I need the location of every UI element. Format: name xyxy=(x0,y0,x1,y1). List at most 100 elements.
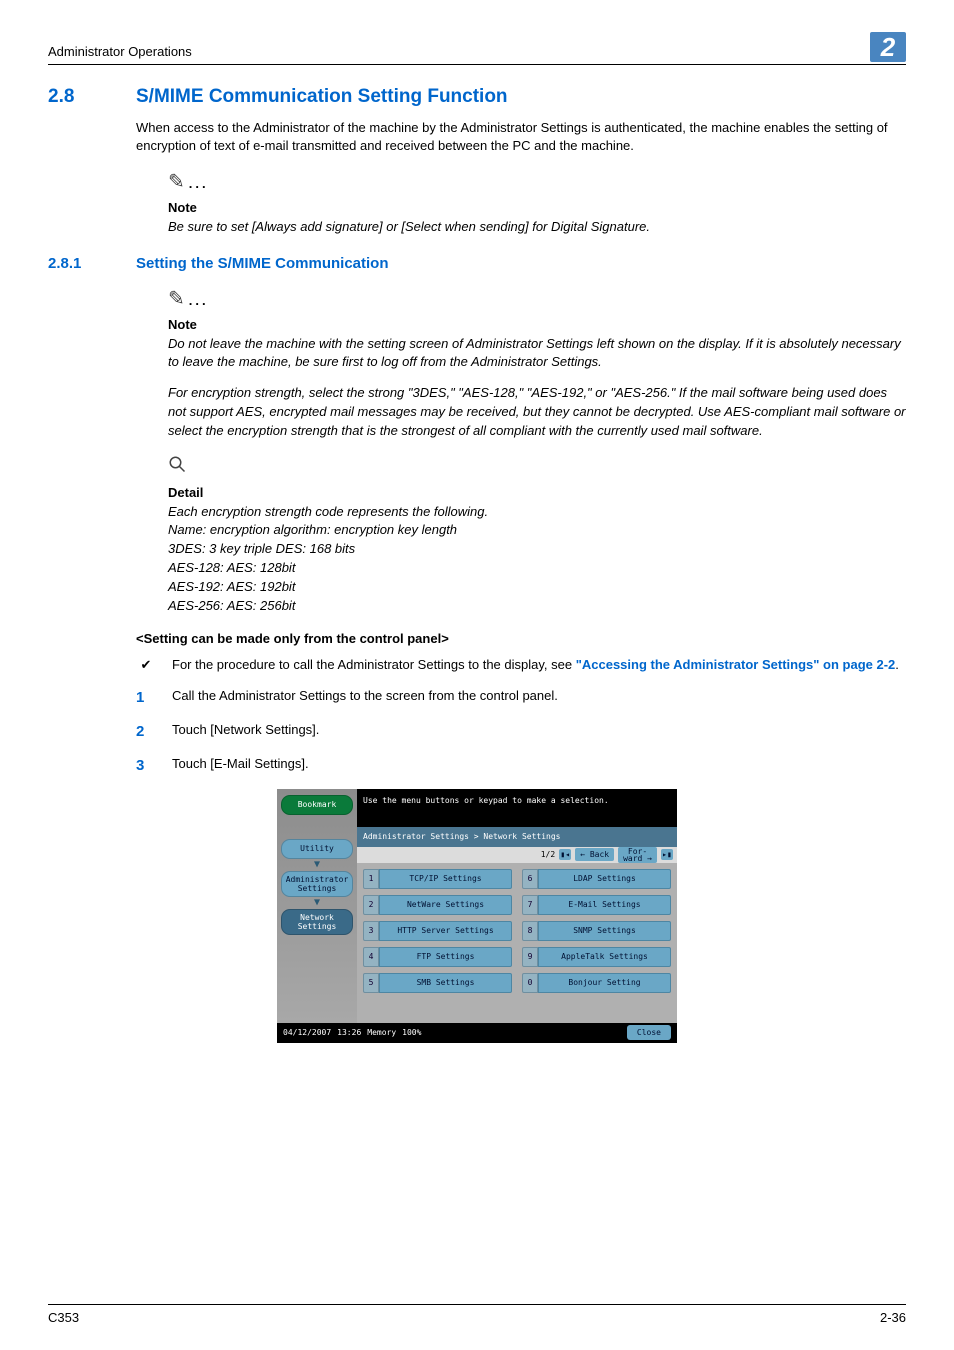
subsection-number: 2.8.1 xyxy=(48,253,108,275)
settings-item-number: 1 xyxy=(363,869,379,889)
bookmark-button[interactable]: Bookmark xyxy=(281,795,353,815)
detail-label: Detail xyxy=(168,484,906,503)
nav-prev-icon[interactable]: ▮◂ xyxy=(559,849,571,861)
proc-link[interactable]: "Accessing the Administrator Settings" o… xyxy=(576,657,896,672)
note-dots: ... xyxy=(189,176,209,191)
chapter-number: 2 xyxy=(870,32,906,62)
detail-line-0: Each encryption strength code represents… xyxy=(168,503,906,522)
settings-item[interactable]: 1TCP/IP Settings xyxy=(363,869,512,889)
section-title: S/MIME Communication Setting Function xyxy=(136,83,508,111)
settings-item-number: 2 xyxy=(363,895,379,915)
settings-item-number: 9 xyxy=(522,947,538,967)
detail-line-3: AES-128: AES: 128bit xyxy=(168,559,906,578)
note-text: Be sure to set [Always add signature] or… xyxy=(168,218,906,237)
note-label: Note xyxy=(168,199,906,218)
proc-lead: For the procedure to call the Administra… xyxy=(172,657,576,672)
page-header: Administrator Operations 2 xyxy=(48,32,906,65)
detail-block: Detail Each encryption strength code rep… xyxy=(168,453,906,616)
settings-item[interactable]: 6LDAP Settings xyxy=(522,869,671,889)
status-mem-val: 100% xyxy=(402,1027,421,1039)
section-heading: 2.8 S/MIME Communication Setting Functio… xyxy=(48,83,906,111)
settings-item-number: 7 xyxy=(522,895,538,915)
step-number: 3 xyxy=(136,755,156,777)
detail-icon xyxy=(168,453,906,482)
settings-grid: 1TCP/IP Settings 6LDAP Settings 2NetWare S… xyxy=(357,863,677,1023)
settings-item[interactable]: 8SNMP Settings xyxy=(522,921,671,941)
note-dots: ... xyxy=(189,293,209,308)
procedure-note: ✔ For the procedure to call the Administ… xyxy=(136,656,906,675)
settings-item-label: FTP Settings xyxy=(379,947,512,967)
subsection-title: Setting the S/MIME Communication xyxy=(136,253,389,275)
header-title: Administrator Operations xyxy=(48,43,192,62)
step-2: 2 Touch [Network Settings]. xyxy=(136,721,906,743)
note-icon: ✎ xyxy=(168,171,185,193)
detail-line-4: AES-192: AES: 192bit xyxy=(168,578,906,597)
control-panel-screenshot: Bookmark Utility ▼ Administrator Setting… xyxy=(48,789,906,1043)
panel-breadcrumb: Administrator Settings > Network Setting… xyxy=(357,827,677,847)
panel-subhead: <Setting can be made only from the contr… xyxy=(136,630,906,649)
detail-line-5: AES-256: AES: 256bit xyxy=(168,597,906,616)
admin-settings-button[interactable]: Administrator Settings xyxy=(281,871,353,897)
settings-item-label: HTTP Server Settings xyxy=(379,921,512,941)
forward-button[interactable]: For- ward → xyxy=(618,847,657,863)
settings-item-label: LDAP Settings xyxy=(538,869,671,889)
settings-item-number: 8 xyxy=(522,921,538,941)
step-3: 3 Touch [E-Mail Settings]. xyxy=(136,755,906,777)
network-settings-button[interactable]: Network Settings xyxy=(281,909,353,935)
panel-statusbar: 04/12/2007 13:26 Memory 100% Close xyxy=(277,1023,677,1043)
settings-item[interactable]: 9AppleTalk Settings xyxy=(522,947,671,967)
footer-model: C353 xyxy=(48,1309,79,1328)
settings-item-label: TCP/IP Settings xyxy=(379,869,512,889)
forward-label: For- ward xyxy=(623,847,647,863)
panel-hint: Use the menu buttons or keypad to make a… xyxy=(357,789,677,813)
settings-item-label: Bonjour Setting xyxy=(538,973,671,993)
note-block: ✎... Note Be sure to set [Always add sig… xyxy=(168,168,906,237)
settings-item-number: 5 xyxy=(363,973,379,993)
settings-item[interactable]: 5SMB Settings xyxy=(363,973,512,993)
step-text: Touch [E-Mail Settings]. xyxy=(172,755,309,777)
subsection-heading: 2.8.1 Setting the S/MIME Communication xyxy=(48,253,906,275)
arrow-down-icon: ▼ xyxy=(314,862,320,868)
page-indicator: 1/2 xyxy=(541,849,555,861)
settings-item-number: 4 xyxy=(363,947,379,967)
note-icon: ✎ xyxy=(168,288,185,310)
settings-item[interactable]: 0Bonjour Setting xyxy=(522,973,671,993)
settings-item-number: 3 xyxy=(363,921,379,941)
step-text: Call the Administrator Settings to the s… xyxy=(172,687,558,709)
note2-p2: For encryption strength, select the stro… xyxy=(168,384,906,441)
settings-item[interactable]: 7E-Mail Settings xyxy=(522,895,671,915)
step-text: Touch [Network Settings]. xyxy=(172,721,319,743)
settings-item[interactable]: 4FTP Settings xyxy=(363,947,512,967)
settings-item[interactable]: 2NetWare Settings xyxy=(363,895,512,915)
back-label: Back xyxy=(590,850,609,859)
detail-line-2: 3DES: 3 key triple DES: 168 bits xyxy=(168,540,906,559)
note2-p1: Do not leave the machine with the settin… xyxy=(168,335,906,373)
note-label: Note xyxy=(168,316,906,335)
nav-next-icon[interactable]: ▸▮ xyxy=(661,849,673,861)
panel-nav: 1/2 ▮◂ ← Back For- ward → ▸▮ xyxy=(357,847,677,863)
utility-button[interactable]: Utility xyxy=(281,839,353,859)
section-intro: When access to the Administrator of the … xyxy=(136,119,906,157)
checkmark-icon: ✔ xyxy=(136,656,156,675)
back-button[interactable]: ← Back xyxy=(575,848,614,862)
section-number: 2.8 xyxy=(48,83,108,111)
panel-sidebar: Bookmark Utility ▼ Administrator Setting… xyxy=(277,789,357,1023)
settings-item-label: AppleTalk Settings xyxy=(538,947,671,967)
status-date: 04/12/2007 xyxy=(283,1027,331,1039)
note-block-2: ✎... Note Do not leave the machine with … xyxy=(168,285,906,441)
settings-item-label: NetWare Settings xyxy=(379,895,512,915)
page-footer: C353 2-36 xyxy=(48,1304,906,1328)
step-1: 1 Call the Administrator Settings to the… xyxy=(136,687,906,709)
settings-item-number: 6 xyxy=(522,869,538,889)
step-number: 1 xyxy=(136,687,156,709)
status-time: 13:26 xyxy=(337,1027,361,1039)
footer-page: 2-36 xyxy=(880,1309,906,1328)
settings-item-number: 0 xyxy=(522,973,538,993)
procedure-text: For the procedure to call the Administra… xyxy=(172,656,899,675)
status-mem-label: Memory xyxy=(367,1027,396,1039)
close-button[interactable]: Close xyxy=(627,1025,671,1041)
settings-item[interactable]: 3HTTP Server Settings xyxy=(363,921,512,941)
arrow-down-icon: ▼ xyxy=(314,900,320,906)
detail-line-1: Name: encryption algorithm: encryption k… xyxy=(168,521,906,540)
settings-item-label: E-Mail Settings xyxy=(538,895,671,915)
